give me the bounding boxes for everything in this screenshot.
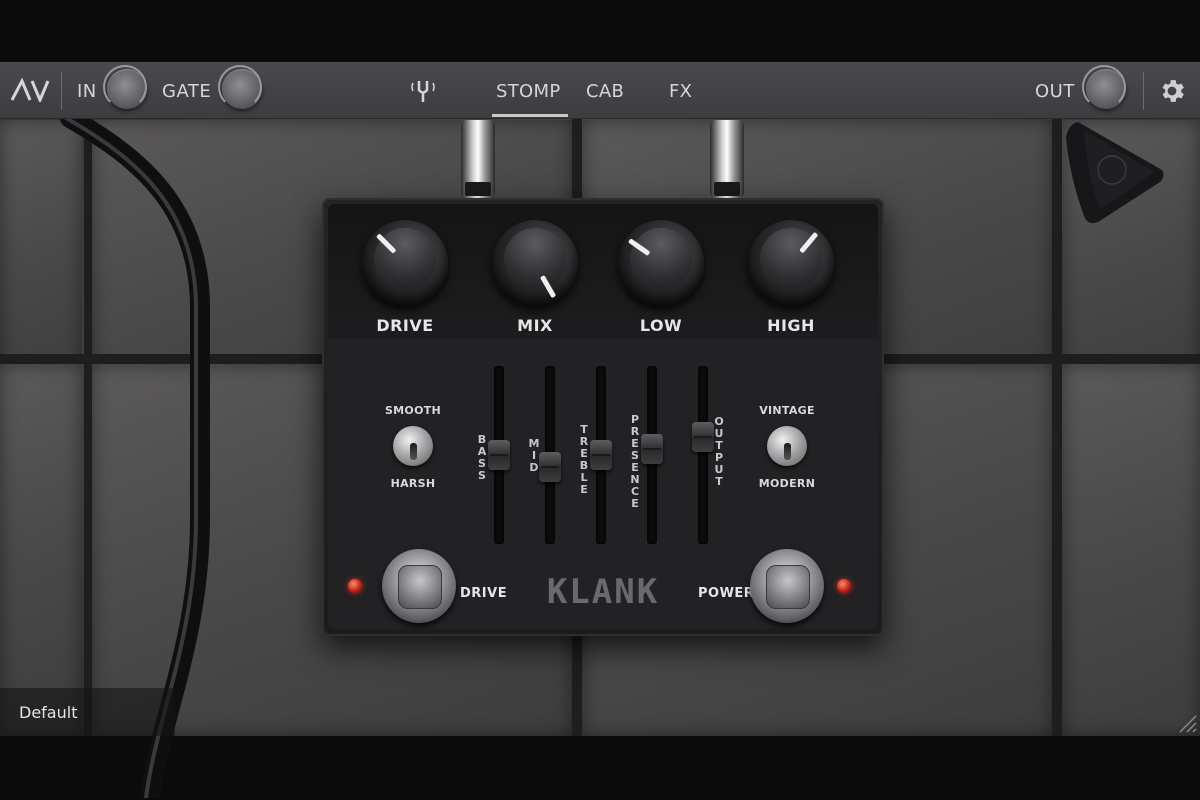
gate-knob[interactable] [218, 65, 262, 109]
footswitch-label-drive: DRIVE [460, 586, 508, 601]
separator [1143, 72, 1144, 110]
toggle-label-vintage: VINTAGE [759, 404, 815, 417]
drive-footswitch[interactable] [382, 549, 456, 623]
output-jack [710, 120, 744, 198]
knob-body [362, 220, 448, 306]
footswitch-label-power: POWER [698, 586, 755, 601]
knob-label-low: LOW [639, 316, 683, 335]
toggle-label-harsh: HARSH [390, 477, 436, 490]
active-tab-indicator [492, 114, 568, 117]
slider-label-presence: PRESENCE [630, 413, 640, 510]
output-slider-handle[interactable] [692, 422, 714, 452]
preset-name: Default [19, 703, 78, 722]
output-knob[interactable] [1082, 65, 1126, 109]
smooth-harsh-toggle[interactable] [393, 426, 433, 466]
letterbox-top [0, 0, 1200, 62]
presence-slider-handle[interactable] [641, 434, 663, 464]
treble-slider-track[interactable] [590, 366, 612, 544]
bass-slider-handle[interactable] [488, 440, 510, 470]
knob-label-high: HIGH [767, 316, 815, 335]
tab-stomp[interactable]: STOMP [496, 81, 560, 102]
vintage-modern-toggle[interactable] [767, 426, 807, 466]
guitar-pick [1066, 122, 1164, 224]
brand-logo: KLANK [546, 572, 660, 612]
knob-label-mix: MIX [517, 316, 553, 335]
knob-body [618, 220, 704, 306]
toggle-label-smooth: SMOOTH [384, 404, 442, 417]
preset-name-panel[interactable]: Default [0, 688, 175, 736]
slider-label-output: OUTPUT [714, 415, 724, 488]
input-jack [461, 120, 495, 198]
power-footswitch[interactable] [750, 549, 824, 623]
input-knob[interactable] [103, 65, 147, 109]
drive-led-indicator [348, 579, 362, 593]
power-led-indicator [837, 579, 851, 593]
treble-slider-handle[interactable] [590, 440, 612, 470]
knob-body [492, 220, 578, 306]
tab-fx[interactable]: FX [669, 81, 692, 102]
knob-cap [630, 228, 692, 290]
mid-slider-handle[interactable] [539, 452, 561, 482]
gate-label: GATE [162, 81, 212, 102]
stomp-pedal: DRIVE MIX LOW HIGH SMOOTH HARSH VINTAGE … [322, 198, 884, 636]
app-logo [10, 78, 50, 102]
wall-tile [1062, 364, 1200, 736]
slider-label-treble: TREBLE [579, 423, 589, 496]
knob-body [748, 220, 834, 306]
top-toolbar: IN GATE STOMP CAB FX OUT [0, 62, 1200, 119]
tuner-fork-icon[interactable] [410, 78, 436, 104]
input-label: IN [77, 81, 97, 102]
gear-icon[interactable] [1157, 76, 1187, 106]
bass-slider-track[interactable] [488, 366, 510, 544]
output-label: OUT [1035, 81, 1075, 102]
knob-label-drive: DRIVE [376, 316, 434, 335]
grout [1052, 62, 1062, 736]
knob-cap [504, 228, 566, 290]
toggle-label-modern: MODERN [758, 477, 816, 490]
high-knob[interactable] [748, 220, 838, 310]
drive-knob[interactable] [362, 220, 452, 310]
tab-cab[interactable]: CAB [586, 81, 624, 102]
mix-knob[interactable] [492, 220, 582, 310]
presence-slider-track[interactable] [641, 366, 663, 544]
mid-slider-track[interactable] [539, 366, 561, 544]
output-slider-track[interactable] [692, 366, 714, 544]
separator [61, 72, 62, 110]
slider-label-bass: BASS [477, 433, 487, 482]
resize-handle-icon[interactable] [1176, 712, 1198, 734]
low-knob[interactable] [618, 220, 708, 310]
